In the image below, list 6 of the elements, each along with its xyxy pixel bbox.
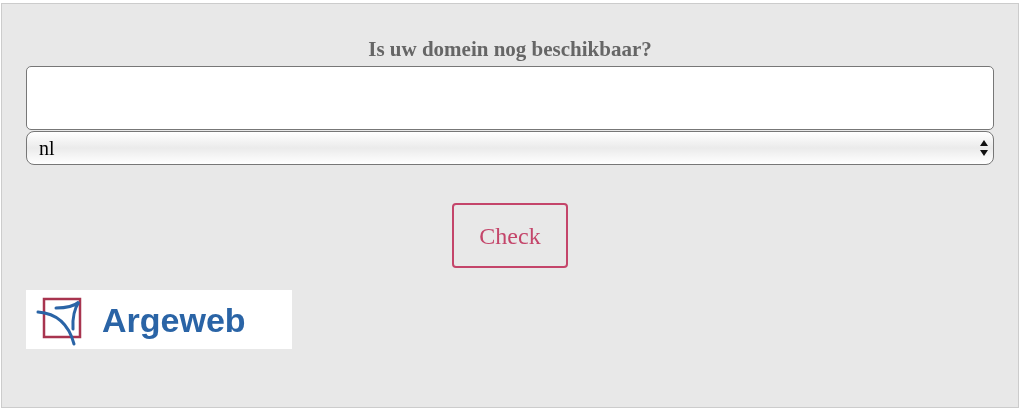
- domain-input-field[interactable]: [26, 66, 994, 130]
- extension-select[interactable]: nl: [26, 131, 994, 165]
- check-button[interactable]: Check: [452, 203, 568, 268]
- logo-text: Argeweb: [102, 302, 246, 337]
- form-title: Is uw domein nog beschikbaar?: [367, 36, 653, 63]
- up-down-arrows-icon: [979, 139, 989, 157]
